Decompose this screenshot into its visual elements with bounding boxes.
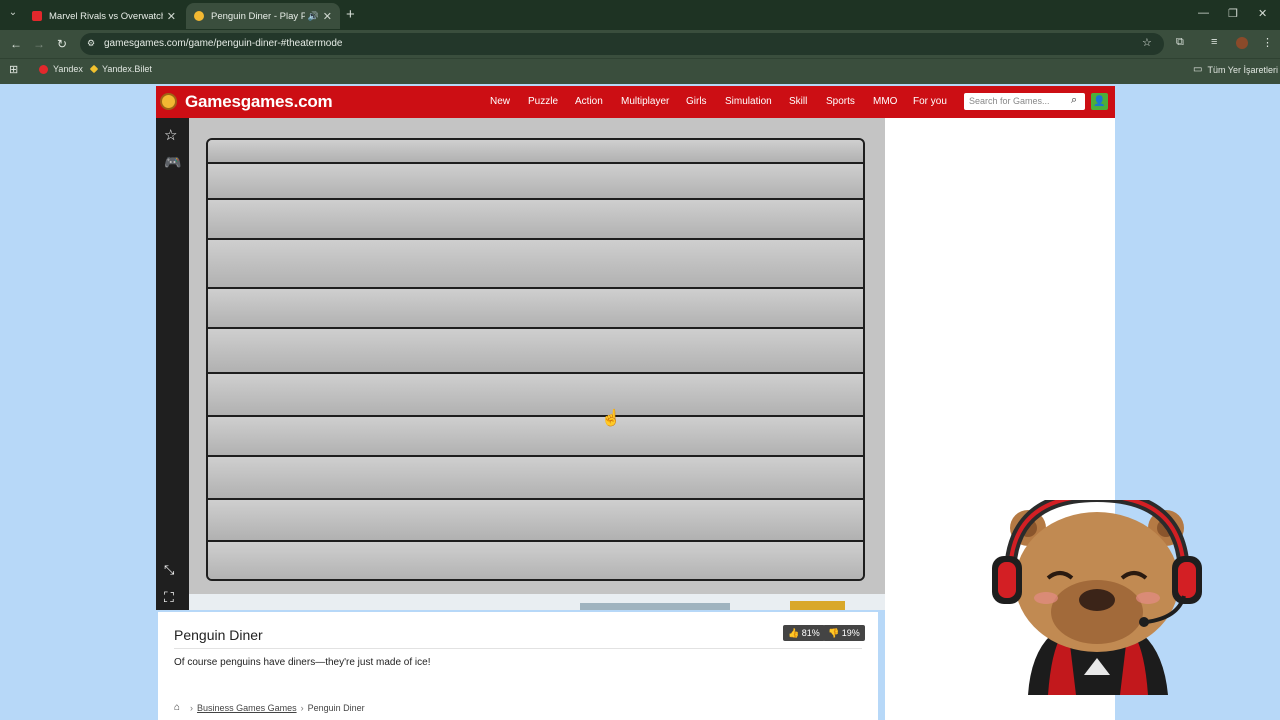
shutter-slat	[208, 500, 863, 542]
forward-arrow-icon[interactable]: →	[33, 37, 45, 51]
bookmark-yandex[interactable]: Yandex	[39, 64, 83, 74]
nav-for-you[interactable]: For you	[913, 96, 947, 107]
nav-mmo[interactable]: MMO	[873, 96, 897, 107]
close-window-icon[interactable]: ✕	[1258, 7, 1267, 20]
bookmark-star-icon[interactable]: ☆	[1142, 36, 1152, 49]
game-title: Penguin Diner	[174, 627, 263, 643]
scene-sign-strip	[790, 601, 845, 610]
shutter-slat	[208, 374, 863, 417]
bookmark-yandex-bilet[interactable]: Yandex.Bilet	[89, 64, 152, 74]
shutter-slat	[208, 457, 863, 500]
upvote-percent: 81%	[801, 628, 820, 638]
bookmark-label: Yandex.Bilet	[102, 64, 152, 74]
tab-title: Marvel Rivals vs Overwatch 2 #	[49, 10, 163, 22]
tab-penguin-diner[interactable]: Penguin Diner - Play Pengu 🔊 ✕	[186, 3, 340, 29]
nav-multiplayer[interactable]: Multiplayer	[621, 96, 669, 107]
pencil-icon	[89, 64, 99, 74]
yandex-icon	[39, 64, 48, 74]
thumbs-up-icon: 👍	[788, 628, 800, 638]
nav-skill[interactable]: Skill	[789, 96, 807, 107]
nav-simulation[interactable]: Simulation	[725, 96, 772, 107]
all-bookmarks[interactable]: ▭ Tüm Yer İşaretleri	[1193, 64, 1278, 75]
profile-avatar-icon[interactable]	[1236, 37, 1248, 49]
nav-action[interactable]: Action	[575, 96, 603, 107]
user-account-icon[interactable]: 👤	[1091, 93, 1108, 110]
back-arrow-icon[interactable]: ←	[10, 37, 22, 51]
all-bookmarks-label: Tüm Yer İşaretleri	[1207, 64, 1278, 75]
shutter-slat	[208, 329, 863, 374]
search-placeholder: Search for Games...	[969, 96, 1050, 106]
fullscreen-icon[interactable]: ⛶	[164, 589, 174, 606]
breadcrumb-separator: ›	[190, 702, 194, 713]
breadcrumb-current: Penguin Diner	[307, 702, 365, 713]
breadcrumb: ⌂ › Business Games Games › Penguin Diner	[174, 702, 365, 713]
thumbs-down-icon: 👎	[828, 628, 840, 638]
new-tab-button[interactable]: +	[346, 6, 355, 23]
youtube-favicon-icon	[32, 11, 42, 21]
game-scene-edge	[189, 594, 885, 610]
close-tab-icon[interactable]: ✕	[167, 10, 176, 23]
breadcrumb-separator: ›	[300, 702, 304, 713]
shutter-slat	[208, 542, 863, 579]
gamesgames-favicon-icon	[194, 11, 204, 21]
reload-icon[interactable]: ↻	[57, 37, 67, 51]
game-side-rail	[156, 118, 189, 610]
home-icon[interactable]: ⌂	[174, 702, 180, 713]
game-loading-shutter[interactable]	[206, 138, 865, 581]
shutter-slat	[208, 140, 863, 164]
nav-puzzle[interactable]: Puzzle	[528, 96, 558, 107]
shutter-slat	[208, 417, 863, 457]
divider	[174, 648, 862, 649]
shutter-slat	[208, 200, 863, 240]
tab-title: Penguin Diner - Play Pengu	[211, 10, 305, 22]
scene-counter-strip	[580, 603, 730, 610]
apps-grid-icon[interactable]: ⊞	[9, 63, 18, 76]
favorite-star-icon[interactable]: ☆	[164, 126, 177, 144]
folder-icon: ▭	[1193, 64, 1203, 75]
bookmark-label: Yandex	[53, 64, 83, 74]
capybara-mascot-overlay	[992, 500, 1202, 695]
upvote-button[interactable]: 👍 81%	[783, 625, 825, 641]
tab-marvel-rivals[interactable]: Marvel Rivals vs Overwatch 2 # ✕	[24, 3, 184, 29]
media-controls-icon[interactable]: ≡	[1211, 36, 1217, 48]
gamepad-icon[interactable]: 🎮	[164, 154, 181, 171]
nav-girls[interactable]: Girls	[686, 96, 707, 107]
nav-new[interactable]: New	[490, 96, 510, 107]
site-info-icon[interactable]: ⚙	[87, 38, 95, 49]
site-logo[interactable]: Gamesgames.com	[185, 92, 333, 112]
minimize-icon[interactable]: —	[1198, 7, 1209, 19]
restore-icon[interactable]: ❐	[1228, 7, 1238, 20]
close-tab-icon[interactable]: ✕	[323, 10, 332, 23]
bookmarks-bar	[0, 58, 1280, 84]
shutter-slat	[208, 289, 863, 329]
tab-search-chevron-icon[interactable]: ⌄	[6, 7, 20, 21]
url-text[interactable]: gamesgames.com/game/penguin-diner-#theat…	[104, 38, 342, 49]
downvote-percent: 19%	[841, 628, 860, 638]
shutter-slat	[208, 240, 863, 289]
nav-sports[interactable]: Sports	[826, 96, 855, 107]
shutter-slat	[208, 164, 863, 200]
search-icon[interactable]: ⌕	[1071, 94, 1077, 107]
menu-dots-icon[interactable]: ⋮	[1262, 36, 1273, 49]
speaker-icon[interactable]: 🔊	[308, 11, 319, 22]
logo-icon[interactable]	[160, 93, 177, 110]
game-description: Of course penguins have diners—they're j…	[174, 657, 431, 668]
hand-cursor-icon: ☝	[601, 410, 621, 427]
downvote-button[interactable]: 👎 19%	[823, 625, 865, 641]
exit-theater-icon[interactable]: ⤡	[164, 562, 174, 578]
extensions-icon[interactable]: ⧉	[1176, 36, 1184, 49]
breadcrumb-category-link[interactable]: Business Games Games	[197, 703, 297, 713]
